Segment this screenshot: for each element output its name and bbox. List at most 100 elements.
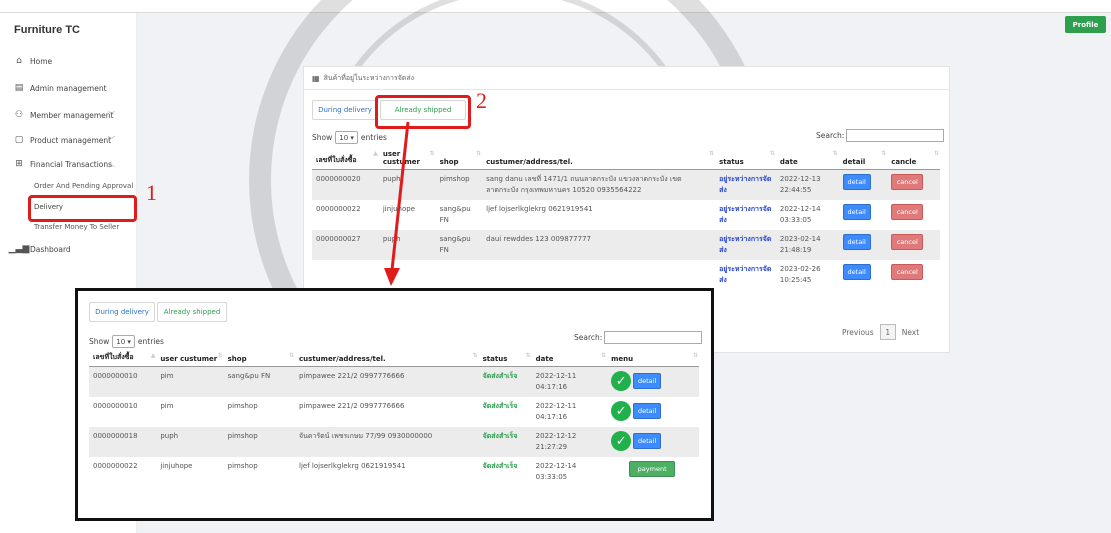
next-link[interactable]: Next	[902, 328, 919, 337]
table-header-row: เลขที่ใบสั่งซื้อ ▲ user custumer ⇅ shop ⇅ c…	[89, 350, 699, 367]
table-row: 0000000010 pim sang&pu FN pimpawee 221/2…	[89, 366, 699, 397]
cancel-cell: cancel	[887, 260, 940, 290]
sort-icon: ⇅	[288, 352, 295, 359]
sidebar-item-dashboard[interactable]: ▁▃▆ Dashboard	[8, 242, 71, 256]
cancel-cell: cancel	[887, 200, 940, 230]
list-icon: ▤	[14, 83, 24, 93]
col-cancel[interactable]: cancle ⇅	[887, 148, 940, 170]
col-address[interactable]: custumer/address/tel. ⇅	[482, 148, 716, 170]
inset-tab-during-delivery[interactable]: During delivery	[89, 302, 155, 322]
detail-cell: detail	[839, 200, 888, 230]
detail-button[interactable]: detail	[842, 204, 871, 220]
col-shop[interactable]: shop ⇅	[435, 148, 483, 170]
col-user[interactable]: user custumer ⇅	[156, 350, 224, 367]
payment-button[interactable]: payment	[629, 461, 676, 477]
bar-chart-icon: ▁▃▆	[8, 244, 30, 254]
menu-cell: ✓ detail	[607, 366, 699, 397]
sidebar-subitem-transfer[interactable]: Transfer Money To Seller	[34, 223, 119, 231]
page-1-button[interactable]: 1	[879, 324, 896, 340]
date-cell: 2023-02-26 10:25:45	[779, 265, 821, 284]
shop-cell: pimshop	[227, 462, 258, 470]
date-cell: 2022-12-13 22:44:55	[775, 169, 839, 200]
col-order[interactable]: เลขที่ใบสั่งซื้อ ▲	[89, 350, 157, 367]
tab-during-delivery[interactable]: During delivery	[312, 100, 378, 120]
check-circle-icon: ✓	[611, 371, 632, 391]
chevron-down-icon: ﹀	[108, 111, 115, 119]
col-status[interactable]: status ⇅	[478, 350, 532, 367]
grid-icon: ⊞	[15, 159, 23, 169]
sort-icon: ⇅	[429, 150, 435, 157]
detail-button[interactable]: detail	[633, 403, 662, 419]
detail-button[interactable]: detail	[633, 373, 662, 389]
profile-button[interactable]: Profile	[1065, 16, 1106, 33]
col-status[interactable]: status ⇅	[715, 148, 776, 170]
sidebar-item-home[interactable]: ⌂ Home	[14, 54, 52, 68]
order-cell: 0000000022	[93, 462, 138, 470]
show-label: Show	[89, 337, 110, 346]
cancel-button[interactable]: cancel	[891, 264, 924, 280]
address-cell: pimpawee 221/2 0997776666	[295, 366, 479, 397]
search-input[interactable]	[846, 129, 945, 142]
order-cell: 0000000018	[89, 427, 157, 457]
previous-link[interactable]: Previous	[842, 328, 874, 337]
cancel-button[interactable]: cancel	[891, 174, 924, 190]
search-input[interactable]	[604, 331, 703, 344]
inset-search-box: Search:	[574, 331, 703, 344]
sort-icon: ▲	[150, 352, 156, 359]
inset-tab-already-shipped[interactable]: Already shipped	[157, 302, 227, 322]
sort-icon: ⇅	[692, 352, 698, 359]
shop-cell: pimshop	[227, 402, 258, 410]
highlight-box-delivery	[28, 195, 137, 222]
table-row: 0000000022 jinjuhope pimshop ljef lojser…	[89, 457, 699, 487]
detail-cell: detail	[838, 230, 888, 260]
col-address[interactable]: custumer/address/tel. ⇅	[295, 350, 479, 367]
sort-icon: ⇅	[476, 150, 482, 157]
shop-cell: sang&pu FN	[223, 366, 296, 397]
cancel-button[interactable]: cancel	[891, 204, 924, 220]
entries-select[interactable]: 10 ▾	[335, 131, 358, 144]
detail-button[interactable]: detail	[842, 234, 871, 250]
table-icon: ▦	[312, 73, 320, 83]
col-date[interactable]: date ⇅	[775, 148, 839, 170]
order-cell: 0000000027	[312, 230, 379, 260]
status-cell: จัดส่งสำเร็จ	[482, 462, 518, 470]
date-cell: 2023-02-14 21:48:19	[775, 230, 839, 260]
detail-button[interactable]: detail	[842, 174, 871, 190]
detail-cell: detail	[838, 169, 888, 200]
sort-icon: ⇅	[709, 150, 715, 157]
col-date[interactable]: date ⇅	[531, 350, 608, 367]
sidebar-subitem-order-pending[interactable]: Order And Pending Approval	[34, 182, 133, 190]
order-cell	[312, 260, 379, 290]
user-cell: puph	[156, 427, 224, 457]
chevron-down-icon: ﹀	[108, 136, 115, 144]
box-icon: ▢	[14, 135, 24, 145]
col-order[interactable]: เลขที่ใบสั่งซื้อ ▲	[312, 148, 379, 170]
col-menu[interactable]: menu ⇅	[607, 350, 699, 367]
col-detail[interactable]: detail ⇅	[838, 148, 888, 170]
entries-select[interactable]: 10 ▾	[112, 335, 135, 348]
sort-icon: ⇅	[525, 352, 531, 359]
sidebar-item-product[interactable]: ▢ Product management ﹀	[14, 133, 115, 147]
sidebar-item-financial[interactable]: ⊞ Financial Transactions ︿	[14, 157, 115, 171]
inset-entries-selector: Show 10 ▾ entries	[89, 335, 164, 348]
detail-button[interactable]: detail	[842, 264, 871, 280]
entries-value: 10	[116, 337, 126, 346]
cancel-cell: cancel	[887, 169, 940, 200]
menu-cell: ✓ detail	[607, 397, 699, 427]
status-cell: อยู่ระหว่างการจัดส่ง	[719, 205, 772, 224]
entries-label: entries	[137, 337, 164, 346]
inset-shipped-table: เลขที่ใบสั่งซื้อ ▲ user custumer ⇅ shop ⇅ c…	[89, 350, 699, 487]
sidebar-item-admin[interactable]: ▤ Admin management	[14, 81, 107, 95]
col-shop[interactable]: shop ⇅	[223, 350, 296, 367]
date-cell: 2022-12-11 04:17:16	[531, 366, 608, 397]
sidebar-item-member[interactable]: ⚇ Member management ﹀	[14, 108, 115, 122]
address-cell: จันดารัตน์ เพชรเกษม 77/99 0930000000	[295, 427, 479, 457]
order-cell: 0000000010	[89, 366, 157, 397]
order-cell: 0000000022	[316, 205, 361, 213]
detail-button[interactable]: detail	[633, 433, 662, 449]
menu-cell: payment	[607, 457, 699, 487]
detail-cell: detail	[839, 260, 888, 290]
entries-selector: Show 10 ▾ entries	[312, 131, 387, 144]
shop-cell: pimshop	[223, 427, 296, 457]
cancel-button[interactable]: cancel	[891, 234, 924, 250]
